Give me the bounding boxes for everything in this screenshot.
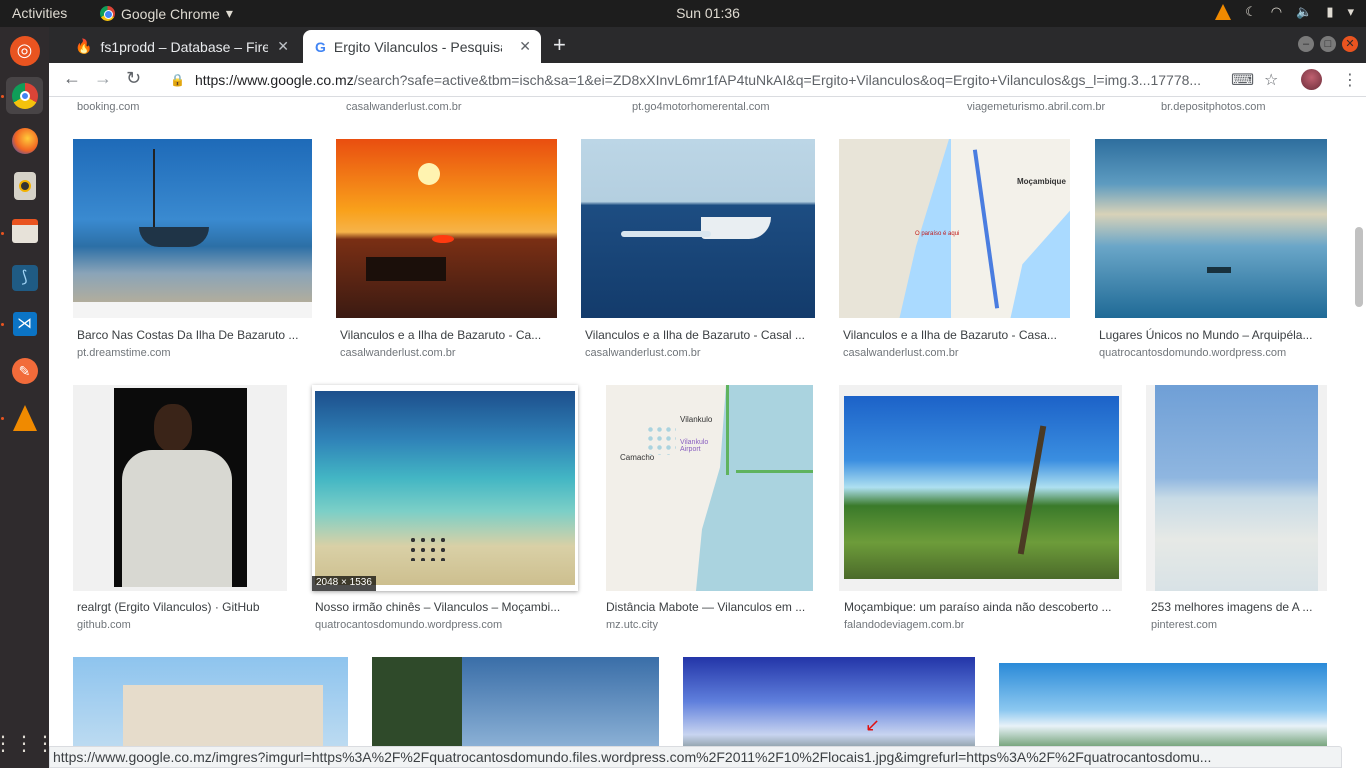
map-label: Vilankulo Airport <box>680 439 709 453</box>
image-size-badge: 2048 × 1536 <box>312 576 376 591</box>
activities-button[interactable]: Activities <box>12 5 67 21</box>
new-tab-button[interactable]: + <box>553 32 566 58</box>
image-source[interactable]: casalwanderlust.com.br <box>346 101 462 113</box>
image-result-palm-trees[interactable] <box>839 385 1122 591</box>
maximize-button[interactable]: □ <box>1320 36 1336 52</box>
forward-button[interactable]: → <box>94 68 112 89</box>
image-result-city-map[interactable]: Vilankulo Vilankulo Airport Camacho <box>606 385 813 591</box>
vscode-icon[interactable]: ⋊ <box>6 305 43 342</box>
image-result-speedboat[interactable] <box>581 139 815 318</box>
tab-title: Ergito Vilanculos - Pesquisa Google <box>333 38 502 55</box>
volume-icon[interactable]: 🔈 <box>1296 4 1312 20</box>
chevron-down-icon: ▾ <box>225 5 233 21</box>
image-source[interactable]: casalwanderlust.com.br <box>843 347 959 359</box>
image-source[interactable]: quatrocantosdomundo.wordpress.com <box>315 619 502 631</box>
ubuntu-top-panel: Activities Google Chrome ▾ Sun 01:36 ☾ ◠… <box>0 0 1366 27</box>
chrome-launcher-icon[interactable] <box>6 77 43 114</box>
chrome-toolbar: ← → ↻ 🔒 https://www.google.co.mz/search?… <box>49 63 1366 97</box>
image-source[interactable]: mz.utc.city <box>606 619 658 631</box>
translate-icon[interactable]: ⌨ <box>1231 70 1254 90</box>
app-menu[interactable]: Google Chrome ▾ <box>100 5 233 22</box>
mysql-workbench-icon[interactable]: ⟆ <box>6 259 43 296</box>
image-caption[interactable]: Nosso irmão chinês – Vilanculos – Moçamb… <box>315 600 573 614</box>
image-result-shore[interactable] <box>1146 385 1327 591</box>
reload-button[interactable]: ↻ <box>126 68 141 89</box>
wifi-icon[interactable]: ◠ <box>1271 4 1282 20</box>
files-icon[interactable] <box>6 212 43 249</box>
window-controls: – □ ✕ <box>1298 36 1358 52</box>
firefox-icon[interactable] <box>6 122 43 159</box>
link-status-bubble: https://www.google.co.mz/imgres?imgurl=h… <box>49 746 1342 768</box>
map-label: O paraíso é aqui <box>915 231 960 237</box>
running-indicator <box>1 323 4 326</box>
image-result-sunset[interactable] <box>336 139 557 318</box>
close-icon[interactable]: ✕ <box>277 38 289 55</box>
chrome-icon <box>100 6 115 21</box>
running-indicator <box>1 417 4 420</box>
image-source[interactable]: quatrocantosdomundo.wordpress.com <box>1099 347 1286 359</box>
image-caption[interactable]: Vilanculos e a Ilha de Bazaruto - Casa..… <box>843 328 1070 342</box>
power-menu-chevron-icon[interactable]: ▾ <box>1347 4 1354 20</box>
image-source[interactable]: pt.dreamstime.com <box>77 347 171 359</box>
close-window-button[interactable]: ✕ <box>1342 36 1358 52</box>
map-label: Camacho <box>620 453 655 462</box>
image-result-boat-beach[interactable] <box>73 139 312 318</box>
night-light-icon[interactable]: ☾ <box>1245 4 1257 20</box>
show-applications-icon[interactable]: ⋮⋮⋮ <box>0 725 55 762</box>
map-label: Vilankulo <box>680 415 713 424</box>
image-source[interactable]: falandodeviagem.com.br <box>844 619 964 631</box>
address-bar[interactable]: 🔒 https://www.google.co.mz/search?safe=a… <box>164 66 1292 94</box>
image-source[interactable]: casalwanderlust.com.br <box>585 347 701 359</box>
close-icon[interactable]: ✕ <box>519 38 531 55</box>
running-indicator <box>1 95 4 98</box>
tab-google-search[interactable]: G Ergito Vilanculos - Pesquisa Google ✕ <box>303 30 541 63</box>
minimize-button[interactable]: – <box>1298 36 1314 52</box>
tab-firebase[interactable]: 🔥 fs1prodd – Database – Firebase ✕ <box>63 30 299 63</box>
image-caption[interactable]: Vilanculos e a Ilha de Bazaruto - Casal … <box>585 328 815 342</box>
image-result-beach-people[interactable]: 2048 × 1536 <box>312 385 578 591</box>
image-result-portrait[interactable] <box>73 385 287 591</box>
image-results: booking.com casalwanderlust.com.br pt.go… <box>49 97 1366 768</box>
image-source[interactable]: viagemeturismo.abril.com.br <box>967 101 1105 113</box>
ubuntu-logo-icon[interactable]: ◎ <box>6 32 43 69</box>
image-result-map[interactable]: Moçambique O paraíso é aqui <box>839 139 1070 318</box>
image-caption[interactable]: Lugares Únicos no Mundo – Arquipéla... <box>1099 328 1327 342</box>
chrome-menu-icon[interactable]: ⋮ <box>1342 70 1358 90</box>
map-label: Moçambique <box>1017 177 1066 186</box>
vlc-icon[interactable] <box>6 399 43 436</box>
app-menu-label: Google Chrome <box>121 5 220 22</box>
image-caption[interactable]: Moçambique: um paraíso ainda não descobe… <box>844 600 1122 614</box>
image-source[interactable]: casalwanderlust.com.br <box>340 347 456 359</box>
vlc-tray-icon[interactable] <box>1215 4 1232 20</box>
url-text[interactable]: https://www.google.co.mz/search?safe=act… <box>195 72 1225 88</box>
postman-icon[interactable]: ✎ <box>6 352 43 389</box>
running-indicator <box>1 232 4 235</box>
lock-icon[interactable]: 🔒 <box>170 73 185 87</box>
image-caption[interactable]: 253 melhores imagens de A ... <box>1151 600 1327 614</box>
image-caption[interactable]: Distância Mabote — Vilanculos em ... <box>606 600 813 614</box>
ubuntu-launcher: ◎ ⟆ ⋊ ✎ ⋮⋮⋮ <box>0 27 55 768</box>
image-caption[interactable]: Barco Nas Costas Da Ilha De Bazaruto ... <box>77 328 312 342</box>
tab-title: fs1prodd – Database – Firebase <box>100 38 269 55</box>
rhythmbox-icon[interactable] <box>6 167 43 204</box>
arrow-marker-icon: ↙ <box>865 715 881 735</box>
image-caption[interactable]: Vilanculos e a Ilha de Bazaruto - Ca... <box>340 328 555 342</box>
bookmark-star-icon[interactable]: ☆ <box>1264 70 1278 90</box>
google-icon: G <box>315 38 326 55</box>
battery-icon[interactable]: ▮ <box>1326 4 1333 20</box>
chrome-tab-strip: 🔥 fs1prodd – Database – Firebase ✕ G Erg… <box>49 27 1366 63</box>
image-source[interactable]: pt.go4motorhomerental.com <box>632 101 770 113</box>
image-caption[interactable]: realrgt (Ergito Vilanculos) · GitHub <box>77 600 287 614</box>
image-source[interactable]: br.depositphotos.com <box>1161 101 1266 113</box>
back-button[interactable]: ← <box>63 68 81 89</box>
image-source[interactable]: github.com <box>77 619 131 631</box>
scrollbar[interactable] <box>1355 227 1363 307</box>
image-result-sandbank[interactable] <box>1095 139 1327 318</box>
image-source[interactable]: booking.com <box>77 101 139 113</box>
avatar[interactable] <box>1301 69 1322 90</box>
firebase-icon: 🔥 <box>75 38 93 54</box>
system-tray: ☾ ◠ 🔈 ▮ ▾ <box>1215 4 1354 20</box>
image-source[interactable]: pinterest.com <box>1151 619 1217 631</box>
